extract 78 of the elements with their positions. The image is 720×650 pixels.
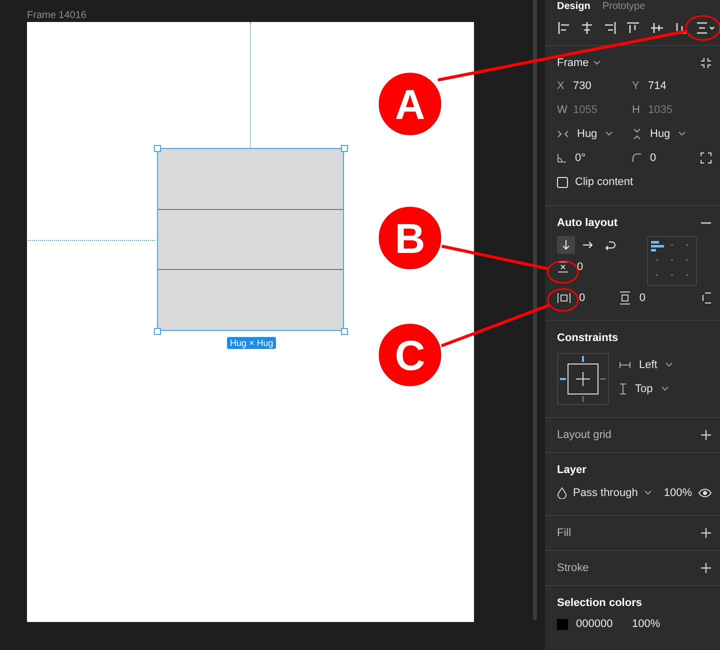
resize-handle[interactable] [154,145,161,152]
width-mode-dropdown[interactable]: Hug [577,128,598,140]
spacing-field[interactable]: 0 [577,261,584,273]
number-field[interactable]: 730 [573,80,592,92]
vertical-constraint-icon [619,383,627,395]
right-arrow-icon [582,240,594,250]
size-label: Hug × Hug [227,337,276,349]
chevron-icon[interactable] [644,490,652,496]
resize-handle[interactable] [154,328,161,335]
checkbox-label: Clip content [575,176,634,188]
vertical-constraint-dropdown[interactable]: Top [635,383,653,395]
highlight-ellipse [547,288,579,312]
constraints-widget[interactable] [557,353,609,405]
section-title[interactable]: Frame [557,57,589,69]
corner-radius-field[interactable]: 0 [650,152,656,164]
corner-expand-icon[interactable] [700,152,712,164]
horizontal-constraint-dropdown[interactable]: Left [639,359,658,371]
opacity-field[interactable]: 100% [664,487,692,499]
spacing-icon [557,261,569,273]
callout-badge: A [377,71,443,137]
horizontal-resize-icon [557,129,569,139]
chevron-icon[interactable] [660,386,669,392]
align-top-icon[interactable] [626,21,640,35]
panel-tab[interactable]: Prototype [602,0,646,12]
resize-handle[interactable] [341,145,348,152]
section-title: Stroke [557,562,589,574]
blend-drop-icon [557,487,567,499]
align-center-icon[interactable] [580,21,594,35]
horizontal-constraint-icon [619,361,631,369]
vertical-padding-field[interactable]: 0 [639,292,646,304]
resize-handle[interactable] [341,328,348,335]
vertical-padding-icon [619,291,632,305]
callout-badge: B [377,205,443,271]
chevron-icon[interactable] [592,60,601,66]
horizontal-padding-field[interactable]: 0 [579,292,586,304]
align-right-icon[interactable] [603,21,618,35]
field-label: H [632,104,640,116]
blend-mode-dropdown[interactable]: Pass through [573,487,638,499]
wrap-arrow-icon [604,239,616,251]
align-left-icon[interactable] [557,21,571,35]
section-title: Selection colors [557,597,642,609]
opacity-value[interactable]: 100% [632,618,660,630]
section-title: Fill [557,527,572,539]
field-label: W [557,104,565,116]
callout-badge: C [377,322,443,388]
height-mode-dropdown[interactable]: Hug [650,128,670,140]
chevron-icon[interactable] [665,362,674,368]
vertical-resize-icon [632,128,642,140]
add-icon[interactable] [700,429,712,441]
section-title: Layer [557,464,586,476]
number-field[interactable]: 714 [648,80,666,92]
align-middle-icon[interactable] [650,21,664,35]
corner-radius-icon [632,153,642,163]
add-icon[interactable] [700,562,712,574]
rotation-icon [557,153,567,163]
down-arrow-icon [561,239,571,251]
distribute-icon[interactable] [696,21,716,35]
highlight-ellipse [547,260,579,284]
hex-value[interactable]: 000000 [576,618,624,630]
frame-label: Frame 14016 [27,10,86,21]
section-title: Constraints [557,332,618,344]
chevron-icon[interactable] [605,131,614,137]
alignment-grid[interactable] [647,236,697,286]
color-swatch[interactable] [557,618,568,630]
down-arrow-button[interactable] [557,236,575,254]
field-label: X [557,80,565,92]
chevron-icon[interactable] [678,131,686,137]
panel-tab[interactable]: Design [557,0,590,12]
individual-padding-icon[interactable] [702,292,712,304]
clip-content-checkbox[interactable] [557,176,568,188]
section-title: Auto layout [557,217,618,229]
eye-icon[interactable] [698,488,712,498]
horizontal-padding-icon [557,292,571,304]
section-title: Layout grid [557,429,612,441]
add-icon[interactable] [700,527,712,539]
field-label: Y [632,80,640,92]
collapse-icon[interactable] [700,57,712,69]
rotation-field[interactable]: 0° [575,152,586,164]
